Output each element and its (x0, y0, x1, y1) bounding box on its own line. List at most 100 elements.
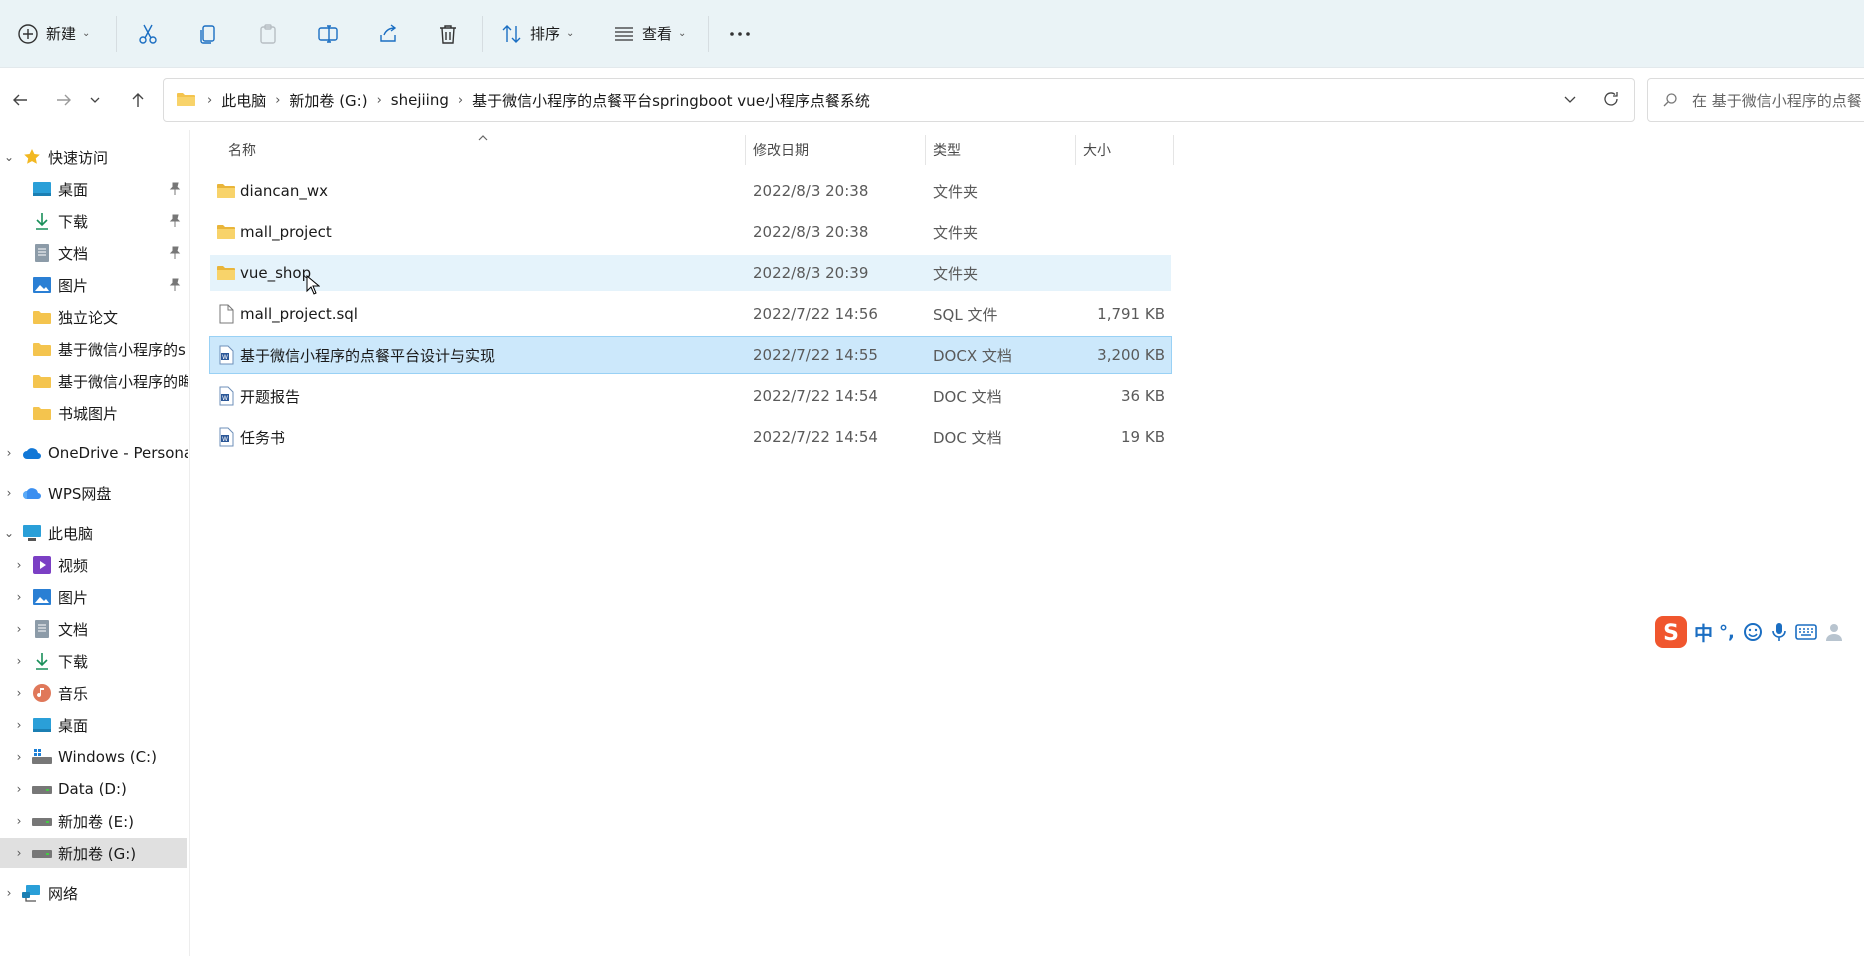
sidebar-item-documents[interactable]: 文档 (0, 238, 188, 268)
sidebar-item-drive-d[interactable]: › Data (D:) (0, 774, 188, 804)
chevron-right-icon: › (16, 846, 22, 860)
copy-button[interactable] (196, 0, 220, 67)
sidebar-label: WPS网盘 (48, 484, 112, 503)
mouse-cursor-icon (306, 275, 320, 295)
sidebar-label: 基于微信小程序的晦 (58, 372, 188, 391)
sidebar-item-music[interactable]: › 音乐 (0, 678, 188, 708)
sidebar-item-this-pc[interactable]: ⌄ 此电脑 (0, 518, 188, 548)
sidebar-item-documents[interactable]: › 文档 (0, 614, 188, 644)
document-icon (32, 243, 52, 263)
sidebar-item-desktop[interactable]: 桌面 (0, 174, 188, 204)
file-name: diancan_wx (240, 182, 328, 200)
sidebar-item-network[interactable]: › 网络 (0, 878, 188, 908)
sidebar-item-folder[interactable]: 书城图片 (0, 398, 188, 428)
file-name: vue_shop (240, 264, 312, 282)
ime-mode-toggle[interactable]: 中 (1694, 619, 1713, 646)
sidebar-item-pictures[interactable]: 图片 (0, 270, 188, 300)
sort-button[interactable]: 排序 ⌄ (500, 0, 574, 67)
column-divider[interactable] (925, 135, 926, 165)
ime-toolbar[interactable]: S 中 °, (1654, 612, 1864, 652)
forward-button[interactable] (46, 82, 82, 118)
sidebar-item-videos[interactable]: › 视频 (0, 550, 188, 580)
delete-button[interactable] (436, 0, 460, 67)
column-divider[interactable] (1075, 135, 1076, 165)
file-row[interactable]: mall_project.sql 2022/7/22 14:56 SQL 文件 … (210, 296, 1171, 332)
folder-icon (32, 403, 52, 423)
sidebar-item-folder[interactable]: 独立论文 (0, 302, 188, 332)
chevron-right-icon: › (275, 92, 281, 108)
emoji-icon[interactable] (1743, 622, 1763, 642)
cloud-icon (22, 443, 42, 463)
column-header-type[interactable]: 类型 (933, 135, 961, 165)
file-type: 文件夹 (933, 223, 979, 242)
sidebar-item-folder[interactable]: 基于微信小程序的晦 (0, 366, 188, 396)
breadcrumb-item[interactable]: 此电脑 (221, 90, 266, 111)
paste-button[interactable] (256, 0, 280, 67)
computer-icon (22, 523, 42, 543)
address-bar[interactable]: › 此电脑 › 新加卷 (G:) › shejiing › 基于微信小程序的点餐… (163, 78, 1635, 122)
sidebar-item-desktop[interactable]: › 桌面 (0, 710, 188, 740)
file-row[interactable]: W 基于微信小程序的点餐平台设计与实现 2022/7/22 14:55 DOCX… (209, 336, 1172, 374)
column-divider[interactable] (745, 135, 746, 165)
breadcrumb-item[interactable]: 新加卷 (G:) (289, 90, 367, 111)
address-dropdown-button[interactable] (1562, 91, 1580, 109)
user-skin-icon[interactable] (1825, 622, 1847, 642)
up-button[interactable] (120, 82, 156, 118)
more-options-button[interactable] (728, 0, 752, 67)
file-name: 基于微信小程序的点餐平台设计与实现 (240, 346, 496, 365)
column-header-size[interactable]: 大小 (1083, 135, 1111, 165)
clipboard-icon (256, 22, 280, 46)
sidebar-item-folder[interactable]: 基于微信小程序的s (0, 334, 188, 364)
search-input[interactable]: 在 基于微信小程序的点餐 (1692, 90, 1862, 111)
file-type: DOC 文档 (933, 428, 1002, 447)
file-type: SQL 文件 (933, 305, 998, 324)
sidebar-item-drive-c[interactable]: › Windows (C:) (0, 742, 188, 772)
sidebar-item-downloads[interactable]: › 下载 (0, 646, 188, 676)
chevron-down-icon: ⌄ (678, 28, 687, 39)
keyboard-icon[interactable] (1795, 624, 1817, 640)
search-box[interactable]: 在 基于微信小程序的点餐 (1647, 78, 1864, 122)
sidebar-label: 快速访问 (48, 148, 109, 167)
desktop-icon (32, 179, 52, 199)
rename-button[interactable] (316, 0, 340, 67)
chevron-down-icon: ⌄ (3, 526, 15, 540)
breadcrumb-item[interactable]: shejiing (391, 91, 449, 109)
sidebar-item-pictures[interactable]: › 图片 (0, 582, 188, 612)
svg-text:S: S (1663, 621, 1679, 646)
new-button[interactable]: 新建 ⌄ (16, 0, 90, 67)
file-row[interactable]: W 开题报告 2022/7/22 14:54 DOC 文档 36 KB (210, 378, 1171, 414)
sidebar-label: 新加卷 (E:) (58, 812, 135, 831)
file-row[interactable]: W 任务书 2022/7/22 14:54 DOC 文档 19 KB (210, 419, 1171, 455)
drive-icon (32, 811, 52, 831)
folder-icon (32, 339, 52, 359)
recent-locations-button[interactable] (84, 82, 106, 118)
column-header-date[interactable]: 修改日期 (753, 135, 809, 165)
chevron-right-icon: › (457, 92, 464, 108)
sidebar-item-drive-g[interactable]: › 新加卷 (G:) (0, 838, 187, 868)
file-row[interactable]: mall_project 2022/8/3 20:38 文件夹 (210, 214, 1171, 250)
plus-circle-icon (16, 22, 40, 46)
chevron-right-icon: › (6, 446, 12, 460)
refresh-button[interactable] (1602, 90, 1622, 110)
column-divider[interactable] (1173, 135, 1174, 165)
file-row[interactable]: diancan_wx 2022/8/3 20:38 文件夹 (210, 173, 1171, 209)
sidebar-item-wps[interactable]: › WPS网盘 (0, 478, 188, 508)
sort-label: 排序 (530, 25, 561, 43)
sidebar-item-drive-e[interactable]: › 新加卷 (E:) (0, 806, 188, 836)
document-icon (32, 619, 52, 639)
share-button[interactable] (376, 0, 400, 67)
column-header-name[interactable]: 名称 (228, 135, 256, 165)
sidebar-item-onedrive[interactable]: › OneDrive - Persona (0, 438, 188, 468)
cut-button[interactable] (136, 0, 160, 67)
breadcrumb-item[interactable]: 基于微信小程序的点餐平台springboot vue小程序点餐系统 (472, 90, 870, 111)
sidebar-item-quick-access[interactable]: ⌄ 快速访问 (0, 142, 188, 172)
microphone-icon[interactable] (1771, 622, 1787, 642)
ime-punctuation-toggle[interactable]: °, (1719, 622, 1735, 643)
view-button[interactable]: 查看 ⌄ (612, 0, 686, 67)
file-row[interactable]: vue_shop 2022/8/3 20:39 文件夹 (210, 255, 1171, 295)
trash-icon (436, 22, 460, 46)
sidebar-item-downloads[interactable]: 下载 (0, 206, 188, 236)
sidebar-label: 文档 (58, 244, 89, 263)
file-name: 开题报告 (240, 387, 301, 406)
back-button[interactable] (2, 82, 38, 118)
